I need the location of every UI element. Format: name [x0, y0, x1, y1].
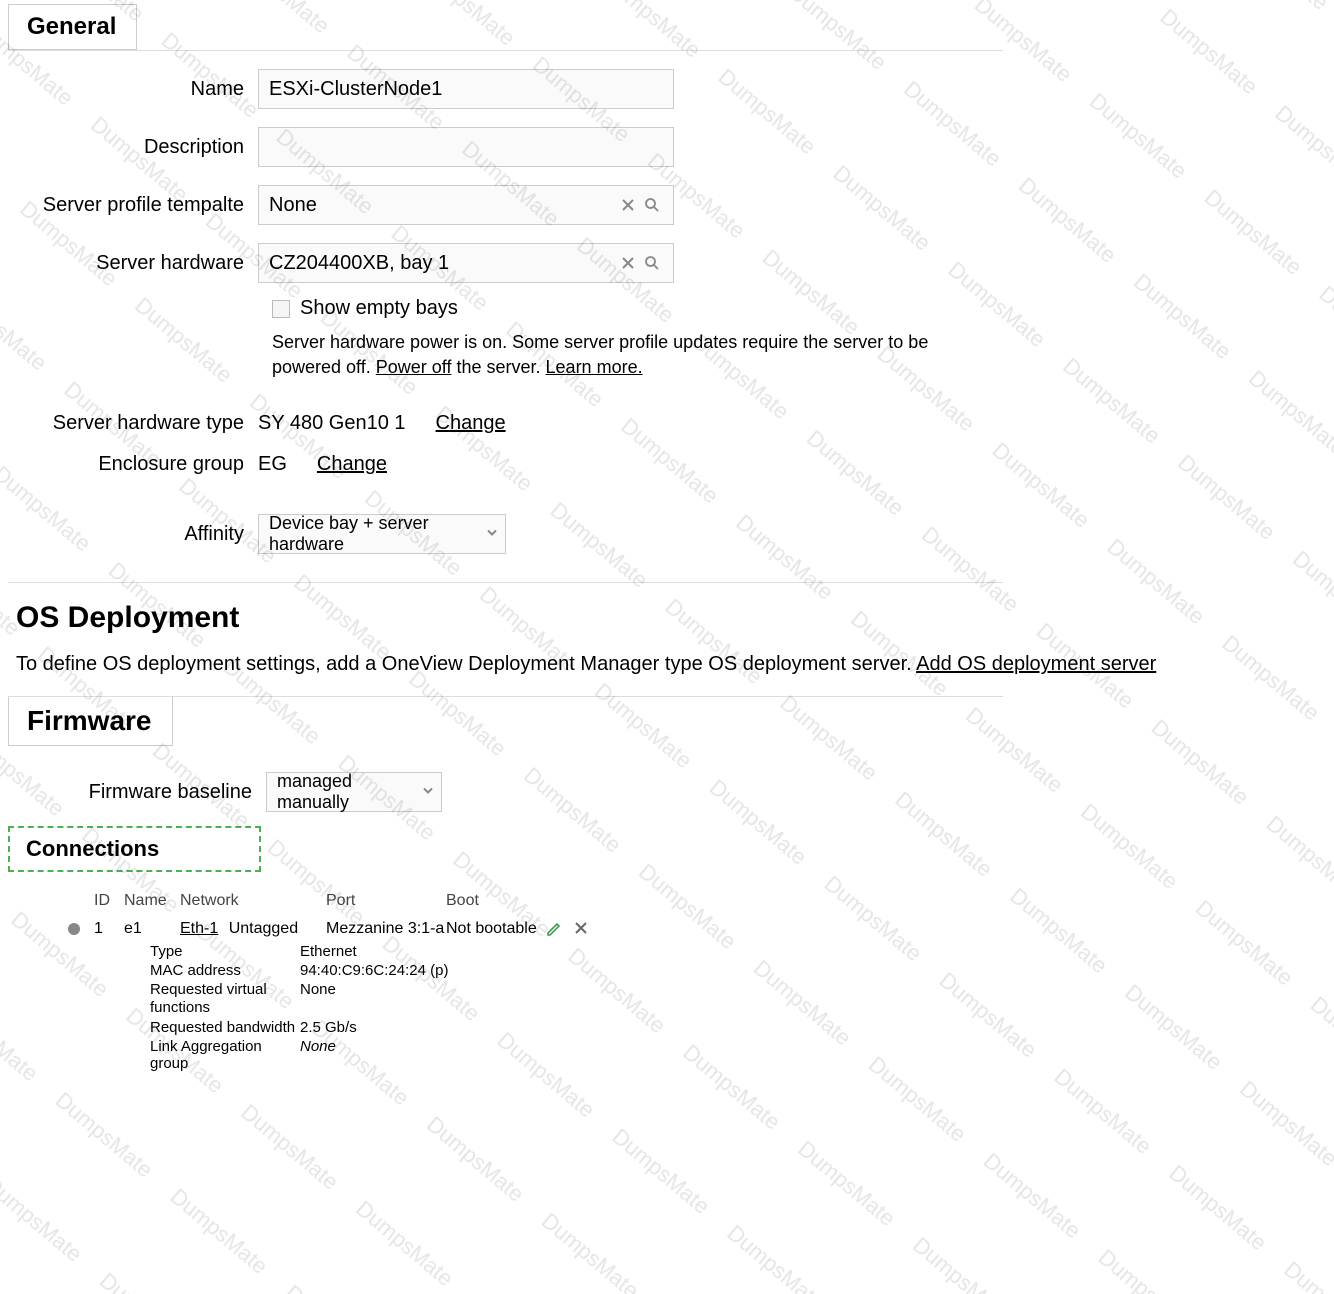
detail-mac-suffix: (p) — [430, 962, 448, 979]
col-network: Network — [180, 892, 326, 910]
col-port: Port — [326, 892, 446, 910]
edit-icon[interactable] — [546, 921, 562, 937]
detail-rvf-label-a: Requested virtual — [150, 981, 267, 998]
detail-rvf-label-b: functions — [150, 999, 210, 1016]
name-value: ESXi-ClusterNode1 — [269, 78, 442, 101]
delete-icon[interactable] — [574, 921, 588, 937]
cell-id: 1 — [94, 920, 124, 938]
hw-type-change-link[interactable]: Change — [436, 412, 506, 435]
hw-value: CZ204400XB, bay 1 — [269, 252, 615, 275]
spt-label: Server profile tempalte — [8, 194, 258, 217]
power-off-link[interactable]: Power off — [376, 357, 452, 377]
general-heading: General — [8, 4, 137, 50]
connections-heading: Connections — [8, 826, 261, 872]
affinity-value: Device bay + server hardware — [269, 513, 477, 555]
table-header-row: ID Name Network Port Boot — [54, 892, 854, 916]
add-os-deployment-server-link[interactable]: Add OS deployment server — [916, 653, 1156, 675]
detail-type-value: Ethernet — [300, 943, 357, 960]
cell-name: e1 — [124, 920, 180, 938]
detail-rvf-value: None — [300, 981, 336, 1017]
spt-value: None — [269, 194, 615, 217]
detail-mac-value: 94:40:C9:6C:24:24 — [300, 962, 426, 979]
name-input[interactable]: ESXi-ClusterNode1 — [258, 69, 674, 109]
description-input[interactable] — [258, 127, 674, 167]
firmware-baseline-label: Firmware baseline — [8, 781, 266, 804]
spt-input[interactable]: None — [258, 185, 674, 225]
connection-details: Type Ethernet MAC address 94:40:C9:6C:24… — [150, 942, 854, 1073]
cell-boot: Not bootable — [446, 920, 546, 938]
os-deployment-text: To define OS deployment settings, add a … — [16, 653, 916, 675]
affinity-select[interactable]: Device bay + server hardware — [258, 514, 506, 554]
network-tag: Untagged — [229, 920, 298, 937]
detail-lag-value: None — [300, 1038, 336, 1055]
detail-lag-label: Link Aggregation group — [150, 1038, 300, 1072]
search-icon[interactable] — [641, 194, 663, 216]
chevron-down-icon — [421, 781, 435, 804]
status-icon — [68, 923, 80, 935]
network-link[interactable]: Eth-1 — [180, 920, 218, 937]
clear-icon[interactable] — [617, 252, 639, 274]
eg-label: Enclosure group — [8, 453, 258, 476]
learn-more-link[interactable]: Learn more. — [546, 357, 643, 377]
show-empty-bays-label: Show empty bays — [300, 297, 458, 320]
hw-input[interactable]: CZ204400XB, bay 1 — [258, 243, 674, 283]
eg-value: EG — [258, 453, 317, 476]
power-note: Server hardware power is on. Some server… — [272, 330, 1002, 380]
col-id: ID — [94, 892, 124, 910]
search-icon[interactable] — [641, 252, 663, 274]
col-name: Name — [124, 892, 180, 910]
cell-port: Mezzanine 3:1-a — [326, 920, 446, 938]
hw-type-value: SY 480 Gen10 1 — [258, 412, 436, 435]
show-empty-bays-checkbox[interactable] — [272, 300, 290, 318]
detail-bw-value: 2.5 Gb/s — [300, 1019, 357, 1036]
hw-label: Server hardware — [8, 252, 258, 275]
col-boot: Boot — [446, 892, 546, 910]
eg-change-link[interactable]: Change — [317, 453, 387, 476]
detail-type-label: Type — [150, 943, 300, 960]
clear-icon[interactable] — [617, 194, 639, 216]
firmware-baseline-select[interactable]: managed manually — [266, 772, 442, 812]
name-label: Name — [8, 78, 258, 101]
table-row: 1 e1 Eth-1 Untagged Mezzanine 3:1-a Not … — [54, 916, 854, 942]
hw-type-label: Server hardware type — [8, 412, 258, 435]
chevron-down-icon — [485, 523, 499, 546]
firmware-heading: Firmware — [8, 697, 173, 746]
detail-mac-label: MAC address — [150, 962, 300, 979]
os-deployment-heading: OS Deployment — [16, 601, 1326, 635]
firmware-baseline-value: managed manually — [277, 771, 413, 813]
connections-table: ID Name Network Port Boot 1 e1 Eth-1 Unt… — [54, 892, 854, 1073]
detail-bw-label: Requested bandwidth — [150, 1019, 300, 1036]
power-note-text-b: the server. — [456, 357, 545, 377]
description-label: Description — [8, 136, 258, 159]
affinity-label: Affinity — [8, 523, 258, 546]
